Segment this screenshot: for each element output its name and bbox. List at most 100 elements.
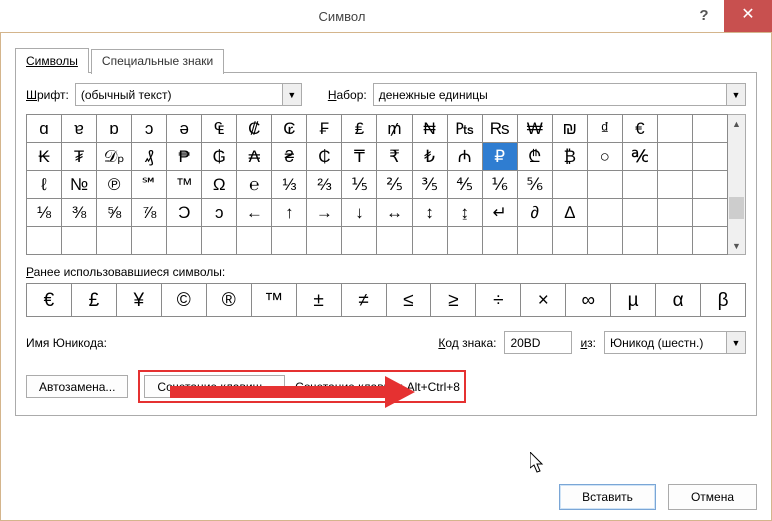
symbol-cell[interactable]: ₵: [307, 143, 342, 171]
symbol-cell[interactable]: ₣: [307, 115, 342, 143]
symbol-cell[interactable]: Ɔ: [167, 199, 202, 227]
symbol-cell[interactable]: №: [62, 171, 97, 199]
symbol-cell[interactable]: ₩: [518, 115, 553, 143]
symbol-cell[interactable]: ⅝: [97, 199, 132, 227]
symbol-cell[interactable]: [448, 227, 483, 255]
recent-cell[interactable]: ≤: [387, 284, 432, 317]
symbol-cell[interactable]: ↵: [483, 199, 518, 227]
symbol-cell[interactable]: ₦: [413, 115, 448, 143]
symbol-cell[interactable]: ₰: [132, 143, 167, 171]
symbol-cell[interactable]: ₮: [62, 143, 97, 171]
symbol-cell[interactable]: [342, 227, 377, 255]
symbol-cell[interactable]: ₭: [27, 143, 62, 171]
symbol-cell[interactable]: ⅖: [377, 171, 412, 199]
symbol-cell[interactable]: [693, 227, 728, 255]
symbol-cell[interactable]: ₪: [553, 115, 588, 143]
symbol-cell[interactable]: [27, 227, 62, 255]
recent-cell[interactable]: €: [27, 284, 72, 317]
symbol-cell[interactable]: [272, 227, 307, 255]
symbol-cell[interactable]: ɔ: [202, 199, 237, 227]
symbol-cell[interactable]: ₾: [518, 143, 553, 171]
symbol-cell[interactable]: ℠: [132, 171, 167, 199]
insert-button[interactable]: Вставить: [559, 484, 656, 510]
symbol-cell[interactable]: ○: [588, 143, 623, 171]
symbol-cell[interactable]: [658, 171, 693, 199]
symbol-cell[interactable]: ₱: [167, 143, 202, 171]
symbol-cell[interactable]: [693, 143, 728, 171]
symbol-cell[interactable]: ₨: [483, 115, 518, 143]
symbol-cell[interactable]: →: [307, 199, 342, 227]
symbol-cell[interactable]: [693, 199, 728, 227]
recent-cell[interactable]: £: [72, 284, 117, 317]
symbol-cell[interactable]: ₫: [588, 115, 623, 143]
symbol-cell[interactable]: ℗: [97, 171, 132, 199]
symbol-cell[interactable]: ɒ: [97, 115, 132, 143]
recent-cell[interactable]: ×: [521, 284, 566, 317]
tab-special[interactable]: Специальные знаки: [91, 49, 224, 74]
symbol-cell[interactable]: ₡: [237, 115, 272, 143]
recent-cell[interactable]: α: [656, 284, 701, 317]
symbol-cell[interactable]: [553, 171, 588, 199]
close-button[interactable]: ✕: [724, 0, 772, 32]
cancel-button[interactable]: Отмена: [668, 484, 757, 510]
symbol-cell[interactable]: [167, 227, 202, 255]
symbol-cell[interactable]: [413, 227, 448, 255]
symbol-cell[interactable]: ⅙: [483, 171, 518, 199]
symbol-cell[interactable]: ₲: [202, 143, 237, 171]
symbol-cell[interactable]: [588, 227, 623, 255]
symbol-cell[interactable]: [307, 227, 342, 255]
symbol-cell[interactable]: [553, 227, 588, 255]
symbol-cell[interactable]: ↔: [377, 199, 412, 227]
symbol-cell[interactable]: ɑ: [27, 115, 62, 143]
symbol-cell[interactable]: ℀: [623, 143, 658, 171]
scroll-thumb[interactable]: [729, 197, 744, 219]
symbol-cell[interactable]: ɐ: [62, 115, 97, 143]
symbol-cell[interactable]: ←: [237, 199, 272, 227]
recent-cell[interactable]: β: [701, 284, 746, 317]
symbol-cell[interactable]: ₴: [272, 143, 307, 171]
scroll-up-icon[interactable]: ▲: [728, 115, 745, 132]
recent-cell[interactable]: ÷: [476, 284, 521, 317]
symbol-cell[interactable]: ⅛: [27, 199, 62, 227]
symbol-cell[interactable]: ⅞: [132, 199, 167, 227]
from-combo[interactable]: Юникод (шестн.) ▼: [604, 331, 746, 354]
scroll-down-icon[interactable]: ▼: [728, 237, 745, 254]
symbol-cell[interactable]: ⅔: [307, 171, 342, 199]
symbol-cell[interactable]: ɔ: [132, 115, 167, 143]
symbol-cell[interactable]: ⅘: [448, 171, 483, 199]
symbol-cell[interactable]: ℮: [237, 171, 272, 199]
recent-cell[interactable]: ±: [297, 284, 342, 317]
tab-symbols[interactable]: Символы: [15, 48, 89, 73]
symbol-cell[interactable]: ₼: [448, 143, 483, 171]
symbol-cell[interactable]: ™: [167, 171, 202, 199]
help-button[interactable]: ?: [684, 0, 724, 32]
symbol-cell[interactable]: ₸: [342, 143, 377, 171]
font-combo[interactable]: (обычный текст) ▼: [75, 83, 302, 106]
symbol-cell[interactable]: [97, 227, 132, 255]
grid-scrollbar[interactable]: ▲ ▼: [728, 114, 746, 255]
symbol-cell[interactable]: [623, 171, 658, 199]
symbol-cell[interactable]: Ω: [202, 171, 237, 199]
symbol-cell[interactable]: [623, 227, 658, 255]
symbol-cell[interactable]: ∂: [518, 199, 553, 227]
symbol-cell[interactable]: [62, 227, 97, 255]
symbol-cell[interactable]: ₠: [202, 115, 237, 143]
symbol-cell[interactable]: [377, 227, 412, 255]
recent-cell[interactable]: ©: [162, 284, 207, 317]
symbol-cell[interactable]: ↑: [272, 199, 307, 227]
autocorrect-button[interactable]: Автозамена...: [26, 375, 128, 398]
symbol-cell[interactable]: [202, 227, 237, 255]
symbol-cell[interactable]: ℓ: [27, 171, 62, 199]
symbol-cell[interactable]: [518, 227, 553, 255]
symbol-cell[interactable]: ⅚: [518, 171, 553, 199]
symbol-cell[interactable]: ₽: [483, 143, 518, 171]
symbol-cell[interactable]: [658, 199, 693, 227]
symbol-cell[interactable]: 𝒟ₚ: [97, 143, 132, 171]
symbol-cell[interactable]: [658, 115, 693, 143]
recent-cell[interactable]: ∞: [566, 284, 611, 317]
symbol-cell[interactable]: ⅗: [413, 171, 448, 199]
recent-cell[interactable]: ≥: [431, 284, 476, 317]
symbol-cell[interactable]: [483, 227, 518, 255]
symbol-cell[interactable]: [658, 227, 693, 255]
symbol-cell[interactable]: ₿: [553, 143, 588, 171]
